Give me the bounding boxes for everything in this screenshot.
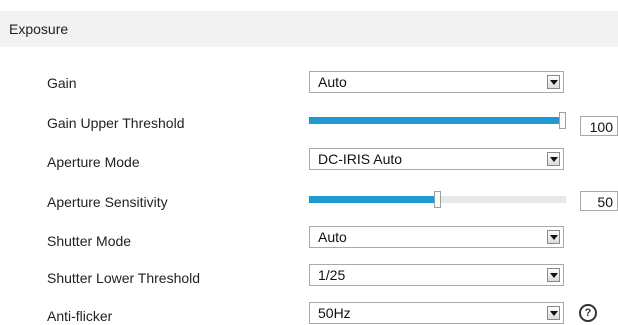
shutter-mode-select[interactable]: Auto <box>309 226 564 248</box>
chevron-down-icon[interactable] <box>547 230 560 244</box>
aperture-mode-select[interactable]: DC-IRIS Auto <box>309 148 564 170</box>
aperture-sensitivity-slider[interactable] <box>309 191 566 208</box>
gain-upper-threshold-slider[interactable] <box>309 112 566 129</box>
aperture-sensitivity-value: 50 <box>597 194 613 210</box>
anti-flicker-select[interactable]: 50Hz <box>309 302 564 324</box>
chevron-down-icon[interactable] <box>547 152 560 166</box>
slider-fill <box>309 117 563 124</box>
section-title: Exposure <box>9 21 69 37</box>
chevron-down-icon[interactable] <box>547 306 560 320</box>
shutter-lower-threshold-select[interactable]: 1/25 <box>309 264 564 286</box>
gain-upper-threshold-input[interactable]: 100 <box>580 116 618 136</box>
shutter-mode-label: Shutter Mode <box>47 233 132 249</box>
aperture-mode-select-value: DC-IRIS Auto <box>318 151 403 167</box>
gain-upper-threshold-label: Gain Upper Threshold <box>47 115 185 131</box>
anti-flicker-select-value: 50Hz <box>318 305 351 321</box>
shutter-mode-select-value: Auto <box>318 229 347 245</box>
aperture-mode-label: Aperture Mode <box>47 154 140 170</box>
slider-fill <box>309 196 438 203</box>
chevron-down-icon[interactable] <box>547 75 560 89</box>
shutter-lower-threshold-label: Shutter Lower Threshold <box>47 270 201 286</box>
gain-select[interactable]: Auto <box>309 71 564 93</box>
anti-flicker-label: Anti-flicker <box>47 308 113 324</box>
aperture-sensitivity-input[interactable]: 50 <box>580 191 618 211</box>
slider-handle[interactable] <box>434 191 441 208</box>
chevron-down-icon[interactable] <box>547 268 560 282</box>
shutter-lower-threshold-select-value: 1/25 <box>318 267 346 283</box>
question-circle-icon[interactable]: ? <box>579 304 597 322</box>
gain-upper-threshold-value: 100 <box>589 119 613 135</box>
section-header: Exposure <box>0 11 618 47</box>
gain-select-value: Auto <box>318 74 347 90</box>
gain-label: Gain <box>47 75 77 91</box>
aperture-sensitivity-label: Aperture Sensitivity <box>47 194 168 210</box>
slider-handle[interactable] <box>559 112 566 129</box>
